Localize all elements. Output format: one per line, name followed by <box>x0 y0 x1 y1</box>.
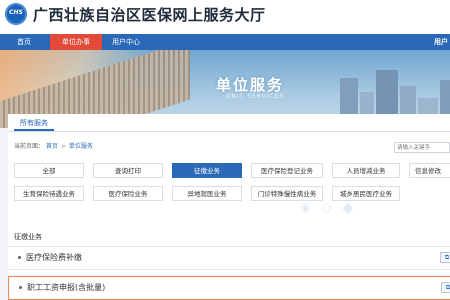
breadcrumb-home[interactable]: 首页 <box>46 141 58 150</box>
category-staff-changes[interactable]: 人员增减业务 <box>332 163 400 178</box>
breadcrumb: 当前页面： 首页 > 单位服务 <box>14 141 93 150</box>
category-query-print[interactable]: 查询打印 <box>93 163 163 178</box>
banner-title: 单位服务 <box>216 76 285 94</box>
main-nav: 首页 单位办事 用户中心 用户 <box>0 34 450 50</box>
service-label[interactable]: 医疗保险费补缴 <box>26 252 82 263</box>
tab-all-services[interactable]: 所有服务 <box>14 117 54 131</box>
category-maternity[interactable]: 生育保险待遇业务 <box>14 186 84 201</box>
category-medical-insurance[interactable]: 医疗保险业务 <box>93 186 163 201</box>
site-header: CHS 广西壮族自治区医保网上服务大厅 <box>0 0 450 34</box>
category-collection[interactable]: 征缴业务 <box>172 163 242 178</box>
nav-item-unit-services[interactable]: 单位办事 <box>50 34 102 50</box>
breadcrumb-current: 单位服务 <box>68 143 93 150</box>
banner-subtitle: UNIT SERVICES <box>226 93 285 100</box>
nav-item-user-center[interactable]: 用户中心 <box>103 34 149 50</box>
category-remote-medical[interactable]: 异地就医业务 <box>172 186 242 201</box>
breadcrumb-prefix: 当前页面： <box>14 143 45 150</box>
bullet-icon <box>19 286 22 289</box>
category-chronic-outpatient[interactable]: 门诊特殊慢性病业务 <box>251 186 323 201</box>
service-row-highlighted[interactable]: 职工工资申报(含批量) ⧉ <box>8 276 450 300</box>
category-urban-rural[interactable]: 城乡居民医疗业务 <box>332 186 400 201</box>
service-row[interactable]: 医疗保险费补缴 ⧉ <box>8 246 450 270</box>
open-service-icon[interactable]: ⧉ <box>440 252 450 263</box>
search-input[interactable] <box>394 142 450 153</box>
category-insurance-registration[interactable]: 医疗保险登记业务 <box>251 163 323 178</box>
breadcrumb-separator: > <box>60 143 66 150</box>
user-account-menu[interactable]: 用户 <box>432 34 450 50</box>
logo-text: CHS <box>9 9 23 16</box>
open-service-icon[interactable]: ⧉ <box>441 282 450 293</box>
background-watermark: ◈ ◇ ◆ <box>300 200 357 216</box>
section-title: 征缴业务 <box>14 233 42 241</box>
service-label[interactable]: 职工工资申报(含批量) <box>27 282 105 293</box>
bullet-icon <box>18 256 21 259</box>
chs-logo-icon: CHS <box>5 3 27 25</box>
nav-item-home[interactable]: 首页 <box>6 34 42 50</box>
category-all[interactable]: 全部 <box>14 163 84 178</box>
category-info-modify[interactable]: 信息修改 <box>409 163 450 178</box>
tab-divider <box>8 131 450 132</box>
site-title: 广西壮族自治区医保网上服务大厅 <box>33 6 266 24</box>
